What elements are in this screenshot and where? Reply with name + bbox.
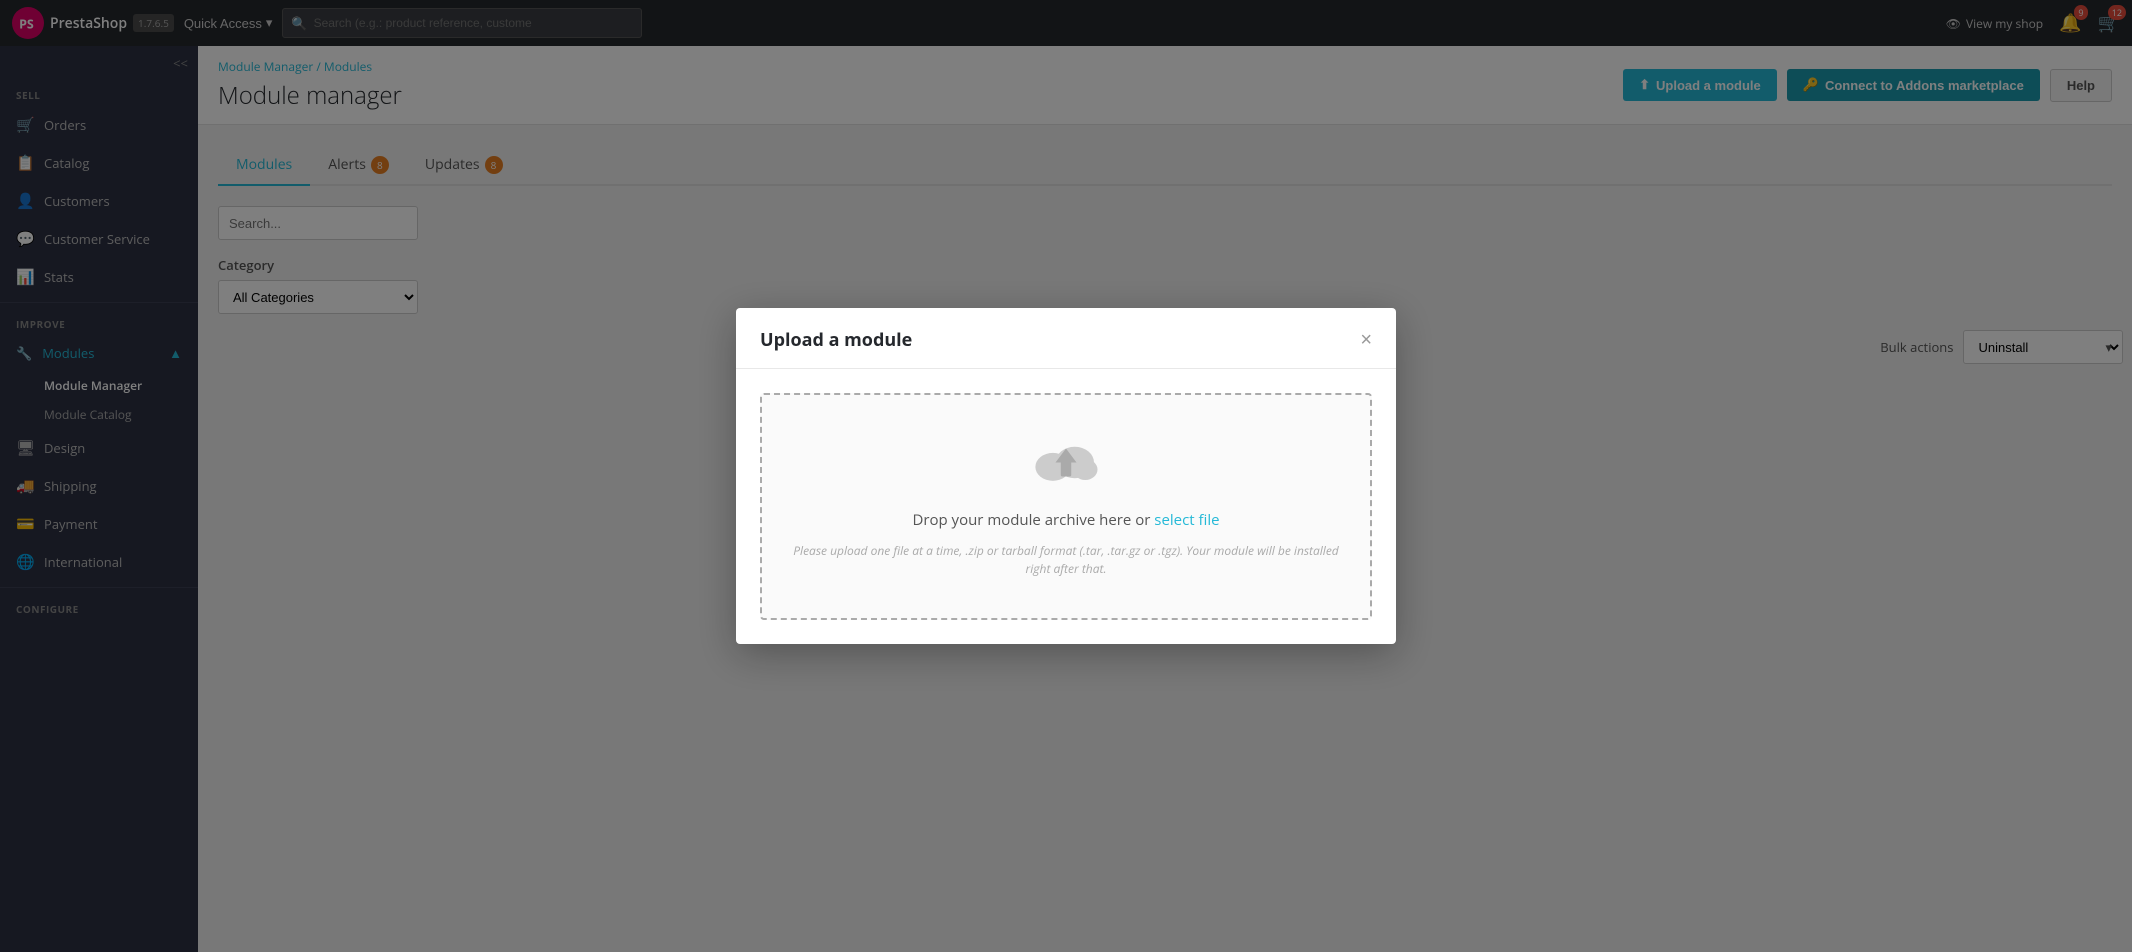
modal-body: Drop your module archive here or select … xyxy=(736,369,1396,644)
modal-title: Upload a module xyxy=(760,328,912,352)
modal-overlay[interactable]: Upload a module × Drop your module archi… xyxy=(0,0,2132,952)
modal-close-button[interactable]: × xyxy=(1360,330,1372,350)
cloud-upload-icon xyxy=(1031,435,1101,490)
drop-hint: Please upload one file at a time, .zip o… xyxy=(782,542,1350,578)
drop-zone[interactable]: Drop your module archive here or select … xyxy=(760,393,1372,620)
upload-modal: Upload a module × Drop your module archi… xyxy=(736,308,1396,644)
select-file-link[interactable]: select file xyxy=(1154,510,1219,530)
modal-header: Upload a module × xyxy=(736,308,1396,369)
drop-text: Drop your module archive here or select … xyxy=(782,510,1350,530)
